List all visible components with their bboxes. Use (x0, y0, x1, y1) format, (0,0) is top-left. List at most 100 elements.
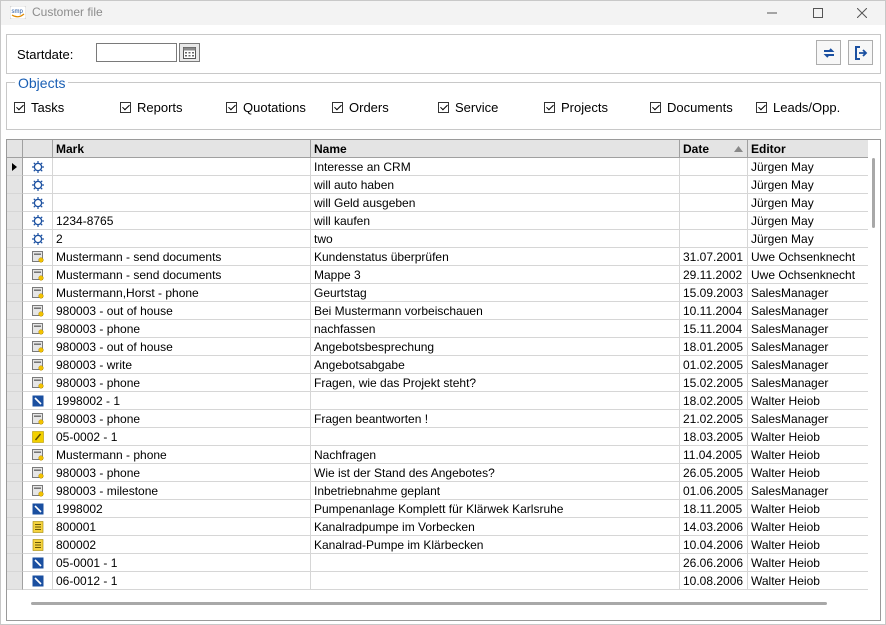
table-row[interactable]: Mustermann - send documents Mappe 3 29.11.… (7, 266, 868, 284)
date-cell[interactable] (680, 212, 748, 230)
row-indicator[interactable] (7, 464, 23, 482)
name-cell[interactable]: Fragen, wie das Projekt steht? (311, 374, 680, 392)
close-button[interactable] (839, 1, 885, 25)
exit-button[interactable] (848, 40, 873, 65)
date-cell[interactable]: 10.04.2006 (680, 536, 748, 554)
documents-checkbox[interactable]: Documents (650, 100, 733, 115)
editor-cell[interactable]: Walter Heiob (748, 446, 868, 464)
date-cell[interactable]: 26.05.2005 (680, 464, 748, 482)
row-indicator[interactable] (7, 410, 23, 428)
row-indicator[interactable] (7, 266, 23, 284)
refresh-button[interactable] (816, 40, 841, 65)
table-row[interactable]: 980003 - phone nachfassen 15.11.2004 SalesM… (7, 320, 868, 338)
row-indicator[interactable] (7, 374, 23, 392)
name-cell[interactable]: Kanalradpumpe im Vorbecken (311, 518, 680, 536)
date-cell[interactable]: 10.08.2006 (680, 572, 748, 590)
editor-cell[interactable]: Walter Heiob (748, 536, 868, 554)
date-cell[interactable]: 26.06.2006 (680, 554, 748, 572)
row-indicator[interactable] (7, 572, 23, 590)
editor-cell[interactable]: Jürgen May (748, 212, 868, 230)
table-row[interactable]: 980003 - phone Fragen, wie das Projekt st… (7, 374, 868, 392)
editor-cell[interactable]: SalesManager (748, 320, 868, 338)
name-cell[interactable]: Inbetriebnahme geplant (311, 482, 680, 500)
row-indicator[interactable] (7, 518, 23, 536)
row-indicator[interactable] (7, 338, 23, 356)
table-row[interactable]: 05-0001 - 1 26.06.2006 Walter Heiob (7, 554, 868, 572)
mark-column-header[interactable]: Mark (53, 140, 311, 158)
table-row[interactable]: Mustermann,Horst - phone Geurtstag 15.09.2… (7, 284, 868, 302)
editor-cell[interactable]: Walter Heiob (748, 554, 868, 572)
row-indicator[interactable] (7, 284, 23, 302)
projects-checkbox[interactable]: Projects (544, 100, 608, 115)
name-cell[interactable] (311, 392, 680, 410)
mark-cell[interactable]: 05-0001 - 1 (53, 554, 311, 572)
date-cell[interactable]: 21.02.2005 (680, 410, 748, 428)
name-cell[interactable]: will Geld ausgeben (311, 194, 680, 212)
row-indicator[interactable] (7, 356, 23, 374)
date-cell[interactable] (680, 158, 748, 176)
date-cell[interactable]: 18.11.2005 (680, 500, 748, 518)
name-cell[interactable]: Kundenstatus überprüfen (311, 248, 680, 266)
name-cell[interactable]: will auto haben (311, 176, 680, 194)
row-indicator[interactable] (7, 446, 23, 464)
date-cell[interactable]: 18.02.2005 (680, 392, 748, 410)
editor-cell[interactable]: Jürgen May (748, 158, 868, 176)
mark-cell[interactable]: 1998002 - 1 (53, 392, 311, 410)
mark-cell[interactable]: 1998002 (53, 500, 311, 518)
editor-cell[interactable]: Jürgen May (748, 176, 868, 194)
mark-cell[interactable]: Mustermann,Horst - phone (53, 284, 311, 302)
name-cell[interactable]: Pumpenanlage Komplett für Klärwek Karlsr… (311, 500, 680, 518)
name-cell[interactable]: Fragen beantworten ! (311, 410, 680, 428)
name-cell[interactable] (311, 428, 680, 446)
row-indicator[interactable] (7, 500, 23, 518)
row-indicator[interactable] (7, 428, 23, 446)
table-row[interactable]: 980003 - phone Fragen beantworten ! 21.02.… (7, 410, 868, 428)
date-cell[interactable]: 01.06.2005 (680, 482, 748, 500)
mark-cell[interactable]: 980003 - phone (53, 374, 311, 392)
editor-column-header[interactable]: Editor (748, 140, 868, 158)
row-indicator[interactable] (7, 230, 23, 248)
name-cell[interactable]: Interesse an CRM (311, 158, 680, 176)
date-cell[interactable]: 29.11.2002 (680, 266, 748, 284)
date-cell[interactable]: 31.07.2001 (680, 248, 748, 266)
date-cell[interactable]: 15.09.2003 (680, 284, 748, 302)
editor-cell[interactable]: SalesManager (748, 284, 868, 302)
name-cell[interactable]: will kaufen (311, 212, 680, 230)
mark-cell[interactable]: 800001 (53, 518, 311, 536)
customer-file-grid[interactable]: Mark Name Date Editor Interesse an CRM Jü… (6, 139, 881, 621)
mark-cell[interactable]: 1234-8765 (53, 212, 311, 230)
row-indicator[interactable] (7, 302, 23, 320)
name-cell[interactable]: Kanalrad-Pumpe im Klärbecken (311, 536, 680, 554)
date-cell[interactable]: 18.03.2005 (680, 428, 748, 446)
table-row[interactable]: 980003 - phone Wie ist der Stand des Ange… (7, 464, 868, 482)
editor-cell[interactable]: SalesManager (748, 302, 868, 320)
date-cell[interactable] (680, 194, 748, 212)
row-indicator[interactable] (7, 536, 23, 554)
icon-column-header[interactable] (23, 140, 53, 158)
date-cell[interactable] (680, 176, 748, 194)
date-cell[interactable]: 15.02.2005 (680, 374, 748, 392)
table-row[interactable]: 1234-8765 will kaufen Jürgen May (7, 212, 868, 230)
row-indicator[interactable] (7, 554, 23, 572)
date-cell[interactable]: 10.11.2004 (680, 302, 748, 320)
date-cell[interactable] (680, 230, 748, 248)
row-indicator[interactable] (7, 320, 23, 338)
name-cell[interactable]: Wie ist der Stand des Angebotes? (311, 464, 680, 482)
table-row[interactable]: 980003 - milestone Inbetriebnahme geplant… (7, 482, 868, 500)
name-cell[interactable]: Bei Mustermann vorbeischauen (311, 302, 680, 320)
calendar-button[interactable] (179, 43, 200, 62)
table-row[interactable]: 800001 Kanalradpumpe im Vorbecken 14.03.20… (7, 518, 868, 536)
mark-cell[interactable]: 980003 - phone (53, 410, 311, 428)
row-indicator[interactable] (7, 176, 23, 194)
mark-cell[interactable]: 980003 - phone (53, 464, 311, 482)
maximize-button[interactable] (795, 1, 841, 25)
quotations-checkbox[interactable]: Quotations (226, 100, 306, 115)
name-cell[interactable] (311, 572, 680, 590)
name-cell[interactable]: Mappe 3 (311, 266, 680, 284)
mark-cell[interactable]: 980003 - out of house (53, 302, 311, 320)
editor-cell[interactable]: Walter Heiob (748, 518, 868, 536)
mark-cell[interactable]: Mustermann - phone (53, 446, 311, 464)
table-row[interactable]: Mustermann - phone Nachfragen 11.04.2005 Wa… (7, 446, 868, 464)
row-indicator[interactable] (7, 248, 23, 266)
table-row[interactable]: will Geld ausgeben Jürgen May (7, 194, 868, 212)
